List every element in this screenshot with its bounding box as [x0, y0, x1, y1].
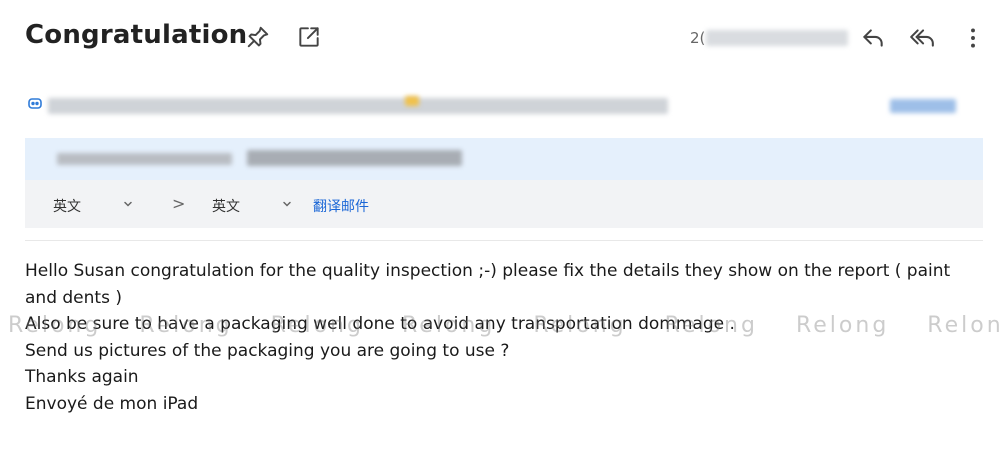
body-line: Send us pictures of the packaging you ar…: [25, 340, 510, 361]
chevron-down-icon[interactable]: [281, 198, 293, 210]
target-language-select[interactable]: 英文: [212, 196, 240, 216]
divider: [25, 240, 983, 241]
translation-panel: 英文 > 英文 翻译邮件: [25, 138, 983, 228]
body-line: Hello Susan congratulation for the quali…: [25, 261, 951, 281]
body-line: Envoyé de mon iPad: [25, 393, 199, 414]
redacted-recipient-address: [247, 150, 462, 166]
language-bar: [25, 180, 983, 228]
source-language-select[interactable]: 英文: [53, 196, 81, 216]
redacted-sender: [48, 98, 668, 114]
redacted-recipient: [57, 153, 232, 165]
reply-all-icon[interactable]: [909, 25, 935, 51]
more-vertical-icon[interactable]: [960, 25, 986, 51]
sender-robot-icon: [27, 95, 43, 111]
email-body: Hello Susan congratulation for the quali…: [25, 258, 975, 417]
pin-icon[interactable]: [245, 24, 271, 50]
redacted-sender-highlight: [405, 96, 419, 106]
redacted-sender-link[interactable]: [890, 99, 956, 113]
body-line: Thanks again: [25, 367, 139, 387]
chevron-down-icon[interactable]: [122, 198, 134, 210]
translate-email-link[interactable]: 翻译邮件: [313, 196, 369, 216]
redacted-date: [706, 30, 848, 46]
body-line: and dents ): [25, 287, 122, 308]
email-date: 2(: [690, 29, 706, 47]
reply-icon[interactable]: [860, 25, 886, 51]
translate-direction-arrow: >: [172, 194, 186, 213]
email-subject: Congratulation: [25, 20, 248, 50]
open-in-new-window-icon[interactable]: [296, 24, 322, 50]
body-line: Also be sure to have a packaging well do…: [25, 314, 735, 334]
